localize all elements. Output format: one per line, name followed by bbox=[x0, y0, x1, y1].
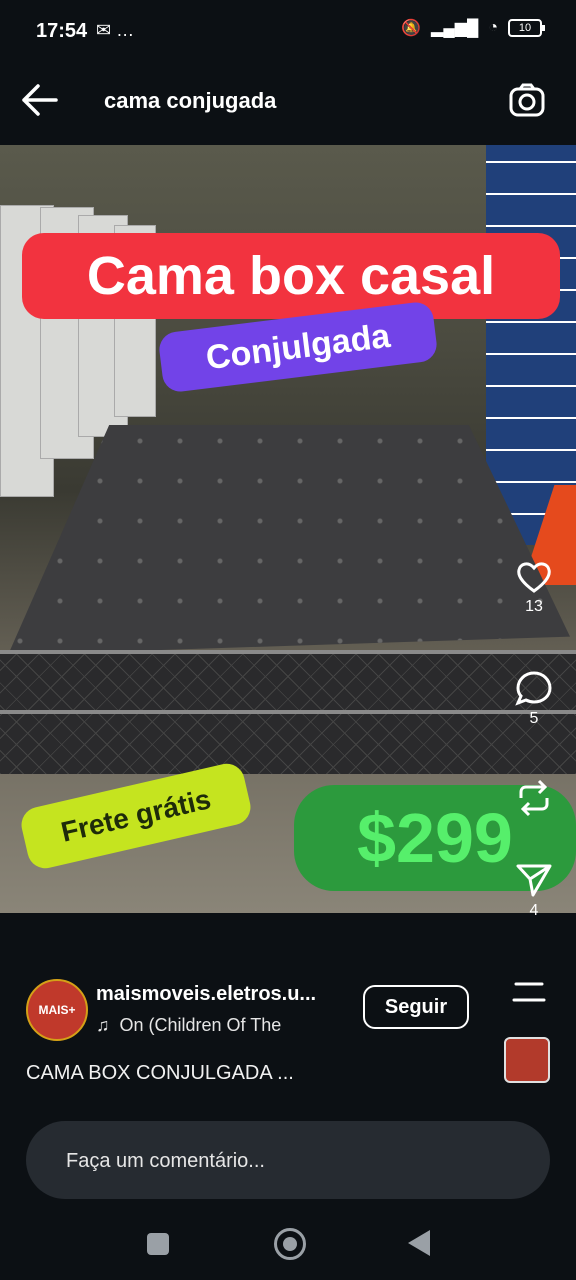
battery-icon: 10 bbox=[508, 19, 545, 37]
post-caption[interactable]: CAMA BOX CONJULGADA ... bbox=[26, 1062, 294, 1085]
wifi-icon: ◔ bbox=[488, 19, 498, 36]
post-author: MAIS+ maismoveis.eletros.u... ♫ On (Chil… bbox=[0, 975, 576, 1083]
wechat-icon: ✉ bbox=[96, 20, 112, 40]
camera-icon[interactable] bbox=[508, 82, 546, 120]
back-arrow-icon[interactable] bbox=[20, 82, 60, 118]
comment-count: 5 bbox=[529, 710, 539, 727]
music-track[interactable]: ♫ On (Children Of The bbox=[96, 1015, 281, 1036]
menu-icon[interactable] bbox=[512, 980, 546, 1004]
follow-button[interactable]: Seguir bbox=[363, 985, 469, 1029]
music-note-icon: ♫ bbox=[96, 1015, 110, 1035]
top-bar: cama conjugada bbox=[0, 62, 576, 142]
status-bar: 17:54 ✉ … 🔕 ▂▄▆█ ◔ 10 bbox=[0, 0, 576, 62]
avatar[interactable]: MAIS+ bbox=[26, 979, 88, 1041]
recent-apps-button[interactable] bbox=[147, 1233, 169, 1255]
shipping-badge: Frete grátis bbox=[17, 760, 255, 872]
share-count: 4 bbox=[529, 902, 539, 919]
comment-input[interactable] bbox=[64, 1121, 528, 1201]
audio-thumbnail[interactable] bbox=[504, 1037, 550, 1083]
status-time: 17:54 bbox=[36, 20, 88, 42]
music-title: On (Children Of The bbox=[119, 1015, 282, 1035]
back-button[interactable] bbox=[408, 1230, 430, 1256]
home-button[interactable] bbox=[274, 1228, 306, 1260]
more-notifications-icon: … bbox=[116, 20, 135, 40]
mattress-base bbox=[0, 650, 576, 774]
share-button[interactable]: 4 bbox=[506, 862, 562, 920]
like-count: 13 bbox=[525, 598, 543, 615]
system-icons: 🔕 ▂▄▆█ ◔ 10 bbox=[401, 18, 545, 38]
comment-box[interactable] bbox=[26, 1121, 550, 1201]
post-media[interactable]: Cama box casal Conjulgada Frete grátis $… bbox=[0, 145, 576, 913]
username[interactable]: maismoveis.eletros.u... bbox=[96, 983, 346, 1006]
comment-button[interactable]: 5 bbox=[506, 670, 562, 728]
signal-icon: ▂▄▆█ bbox=[431, 20, 479, 37]
notification-icons: ✉ … bbox=[96, 20, 134, 41]
repost-button[interactable] bbox=[506, 778, 562, 818]
like-button[interactable]: 13 bbox=[506, 560, 562, 616]
mute-icon: 🔕 bbox=[401, 20, 422, 37]
repost-icon bbox=[519, 779, 549, 817]
banner-title: Cama box casal bbox=[22, 233, 560, 319]
page-title: cama conjugada bbox=[104, 88, 277, 113]
heart-icon bbox=[517, 562, 551, 593]
comment-icon bbox=[515, 671, 552, 706]
send-icon bbox=[516, 864, 552, 897]
